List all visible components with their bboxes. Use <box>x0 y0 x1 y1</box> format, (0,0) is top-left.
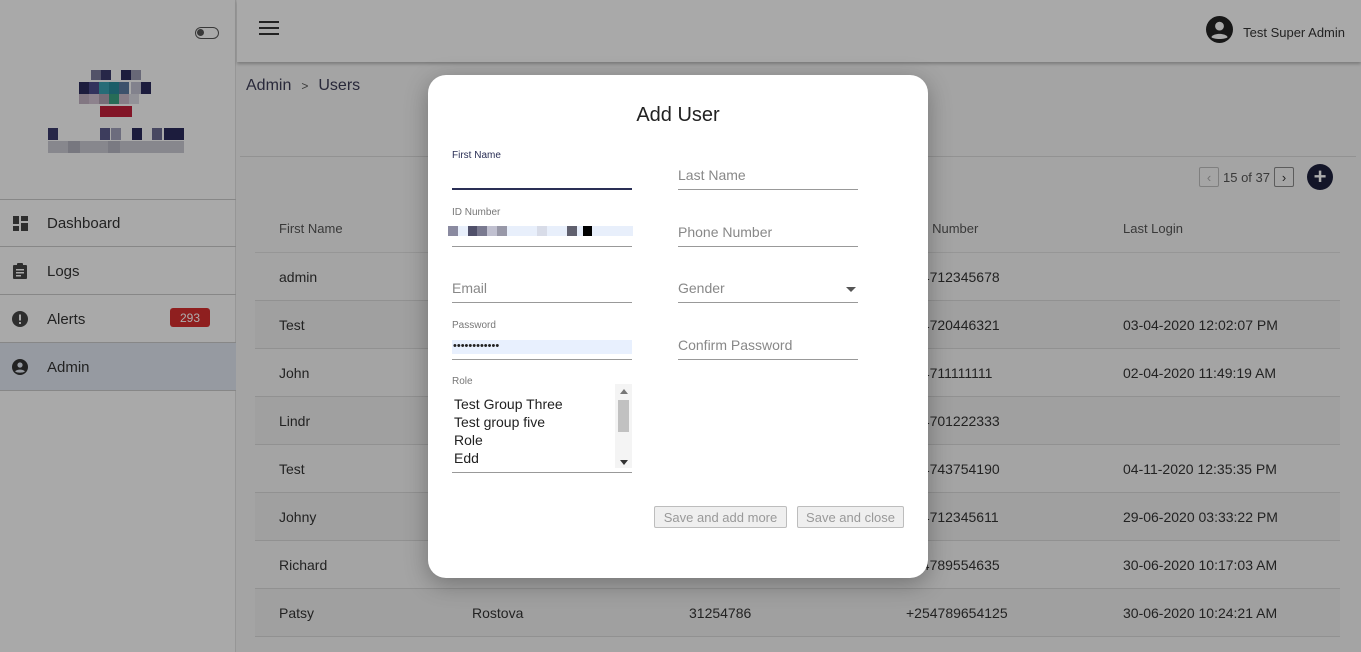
save-and-add-more-button[interactable]: Save and add more <box>654 506 787 528</box>
email-label: Email <box>452 280 488 296</box>
dialog-title: Add User <box>636 104 720 126</box>
role-select[interactable]: Role Test Group Three Test group five Ro… <box>452 376 632 473</box>
role-option[interactable]: Role <box>452 432 632 450</box>
first-name-label: First Name <box>452 150 501 161</box>
id-number-label: ID Number <box>452 207 501 218</box>
role-options-list[interactable]: Test Group Three Test group five Role Ed… <box>452 384 632 468</box>
password-field[interactable]: Password •••••••••••• <box>452 320 632 360</box>
email-field[interactable]: Email <box>452 278 632 303</box>
redacted-value <box>448 226 633 236</box>
gender-select[interactable]: Gender <box>678 278 858 303</box>
role-option[interactable]: Edd <box>452 450 632 468</box>
role-label: Role <box>452 376 473 387</box>
password-value: •••••••••••• <box>452 340 632 354</box>
gender-label: Gender <box>678 280 725 296</box>
first-name-field[interactable]: First Name <box>452 150 632 190</box>
role-option[interactable]: Test Group Three <box>452 396 632 414</box>
id-number-field[interactable]: ID Number <box>448 207 633 247</box>
scrollbar-thumb[interactable] <box>618 400 629 432</box>
confirm-password-field[interactable]: Confirm Password <box>678 335 858 360</box>
phone-number-label: Phone Number <box>678 224 773 240</box>
role-option[interactable]: Test group five <box>452 414 632 432</box>
last-name-field[interactable]: Last Name <box>678 165 858 190</box>
add-user-dialog: Add User First Name Last Name ID Number … <box>428 75 928 578</box>
role-scrollbar[interactable] <box>615 384 632 468</box>
password-label: Password <box>452 320 496 331</box>
chevron-down-icon <box>846 287 856 292</box>
phone-number-field[interactable]: Phone Number <box>678 222 858 247</box>
save-and-close-button[interactable]: Save and close <box>797 506 904 528</box>
scroll-down-icon[interactable] <box>620 460 628 465</box>
confirm-password-label: Confirm Password <box>678 337 793 353</box>
last-name-label: Last Name <box>678 167 746 183</box>
scroll-up-icon[interactable] <box>620 389 628 394</box>
